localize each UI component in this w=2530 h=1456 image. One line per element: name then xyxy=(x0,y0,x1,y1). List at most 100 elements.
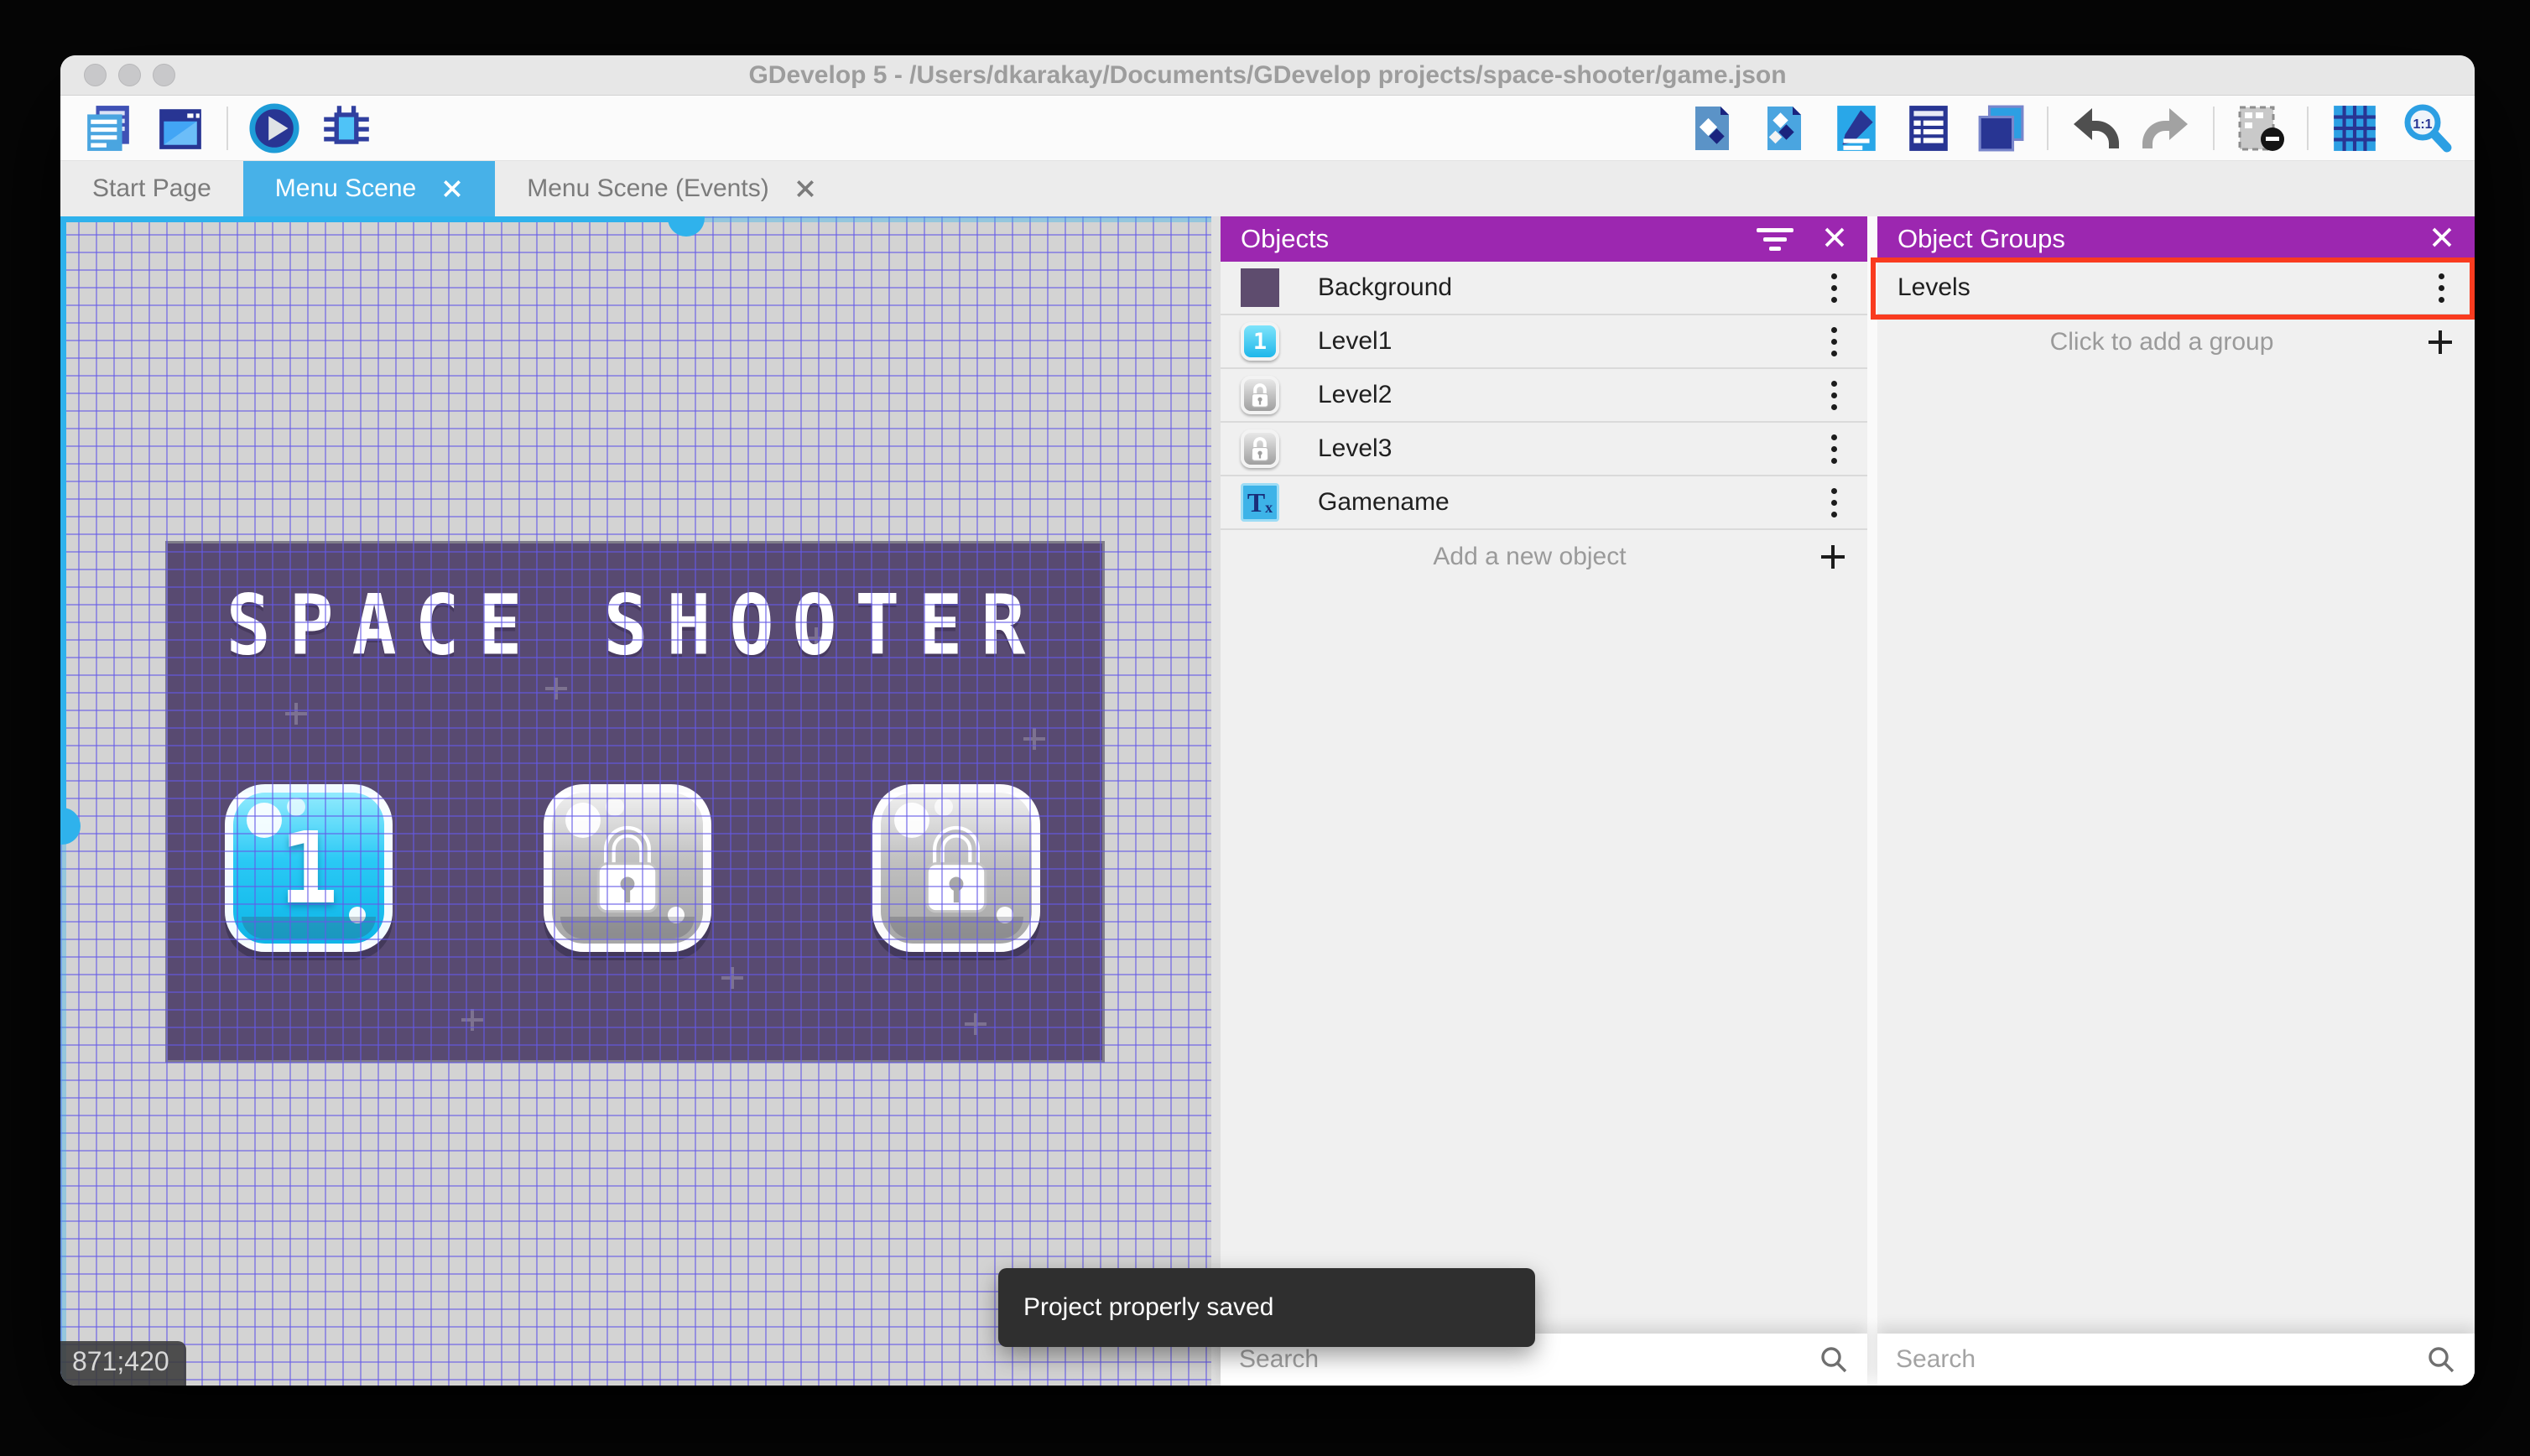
main-content: SPACE SHOOTER 1 871;420 Objects Backgrou… xyxy=(60,216,2475,1386)
kebab-menu-icon[interactable] xyxy=(1815,483,1852,523)
horizontal-scrollbar-thumb[interactable] xyxy=(668,216,705,237)
toolbar: 1:1 xyxy=(60,96,2475,161)
add-group-button[interactable]: Click to add a group xyxy=(1877,315,2475,369)
groups-search-input[interactable] xyxy=(1896,1345,2426,1374)
minimize-window-button[interactable] xyxy=(118,64,141,86)
maximize-window-button[interactable] xyxy=(153,64,175,86)
objects-list: Background 1 Level1 Level2 Level3 T x Ga… xyxy=(1221,262,1867,1334)
level1-thumbnail-icon: 1 xyxy=(1241,322,1279,361)
window-title: GDevelop 5 - /Users/dkarakay/Documents/G… xyxy=(748,60,1787,89)
instances-mask-icon[interactable] xyxy=(2235,102,2287,154)
objects-panel: Objects Background 1 Level1 Level2 Level… xyxy=(1221,216,1867,1386)
close-window-button[interactable] xyxy=(84,64,107,86)
groups-list: Levels Click to add a group xyxy=(1877,262,2475,1334)
objects-panel-icon[interactable] xyxy=(1686,102,1738,154)
object-groups-panel: Object Groups Levels Click to add a grou… xyxy=(1871,216,2475,1386)
horizontal-scrollbar-fill xyxy=(60,216,686,222)
sparkle xyxy=(721,967,743,989)
group-row-levels[interactable]: Levels xyxy=(1877,262,2475,315)
button-shading xyxy=(242,917,376,939)
scene-canvas[interactable]: SPACE SHOOTER 1 871;420 xyxy=(60,216,1211,1386)
object-name: Level2 xyxy=(1318,381,1393,408)
toolbar-right-group: 1:1 xyxy=(1686,102,2453,154)
background-thumbnail-icon xyxy=(1241,268,1279,307)
sparkle xyxy=(1023,728,1045,750)
scene-background-object[interactable]: SPACE SHOOTER 1 xyxy=(168,543,1102,1060)
level2-button-object[interactable] xyxy=(544,784,711,952)
redo-icon[interactable] xyxy=(2141,102,2193,154)
sparkle xyxy=(805,627,827,649)
object-row-level3[interactable]: Level3 xyxy=(1221,423,1867,476)
panel-divider xyxy=(1867,216,1877,1386)
play-icon[interactable] xyxy=(248,102,300,154)
object-row-background[interactable]: Background xyxy=(1221,262,1867,315)
tab-label: Menu Scene xyxy=(274,174,417,202)
toolbar-left-group xyxy=(82,102,372,154)
tab-start-page[interactable]: Start Page xyxy=(60,161,243,216)
toolbar-separator xyxy=(2307,106,2309,150)
close-icon[interactable] xyxy=(794,178,816,200)
vertical-scrollbar-thumb[interactable] xyxy=(60,808,81,845)
sparkle xyxy=(545,678,567,699)
debug-icon[interactable] xyxy=(320,102,372,154)
button-highlight xyxy=(287,798,305,816)
panel-title: Object Groups xyxy=(1898,224,2065,253)
object-name: Gamename xyxy=(1318,488,1450,516)
object-row-level1[interactable]: 1 Level1 xyxy=(1221,315,1867,369)
add-new-object-button[interactable]: Add a new object xyxy=(1221,530,1867,584)
kebab-menu-icon[interactable] xyxy=(2423,268,2460,308)
button-shading xyxy=(889,917,1023,939)
cursor-coordinates: 871;420 xyxy=(60,1341,186,1386)
lock-icon xyxy=(925,825,987,913)
panel-divider xyxy=(1211,216,1221,1386)
save-toast: Project properly saved xyxy=(998,1268,1535,1347)
tab-menu-scene-events[interactable]: Menu Scene (Events) xyxy=(495,161,847,216)
gdevelop-window: GDevelop 5 - /Users/dkarakay/Documents/G… xyxy=(60,55,2475,1386)
level1-button-object[interactable]: 1 xyxy=(225,784,393,952)
objects-panel-header: Objects xyxy=(1221,216,1867,262)
instances-list-icon[interactable] xyxy=(1903,102,1955,154)
kebab-menu-icon[interactable] xyxy=(1815,268,1852,308)
plus-icon xyxy=(1821,545,1845,569)
groups-search-bar xyxy=(1877,1334,2475,1386)
tab-label: Menu Scene (Events) xyxy=(527,174,769,202)
desktop-backdrop: GDevelop 5 - /Users/dkarakay/Documents/G… xyxy=(0,0,2530,1456)
toolbar-separator xyxy=(226,106,228,150)
toolbar-separator xyxy=(2047,106,2048,150)
level3-button-object[interactable] xyxy=(872,784,1040,952)
tabbar: Start Page Menu Scene Menu Scene (Events… xyxy=(60,161,2475,216)
project-manager-icon[interactable] xyxy=(82,102,134,154)
object-groups-panel-icon[interactable] xyxy=(1758,102,1810,154)
group-name: Levels xyxy=(1898,273,1970,301)
objects-search-input[interactable] xyxy=(1239,1345,1819,1374)
close-icon[interactable] xyxy=(1822,225,1847,254)
filter-icon[interactable] xyxy=(1757,227,1793,251)
object-name: Level1 xyxy=(1318,327,1393,355)
properties-panel-icon[interactable] xyxy=(1830,102,1882,154)
kebab-menu-icon[interactable] xyxy=(1815,376,1852,415)
button-shading xyxy=(560,917,695,939)
search-icon xyxy=(1821,1347,1847,1373)
grid-icon[interactable] xyxy=(2329,102,2381,154)
titlebar: GDevelop 5 - /Users/dkarakay/Documents/G… xyxy=(60,55,2475,96)
scene-editor-icon[interactable] xyxy=(154,102,206,154)
svg-text:1:1: 1:1 xyxy=(2413,117,2432,132)
sparkle xyxy=(461,1009,483,1031)
toolbar-separator xyxy=(2213,106,2215,150)
close-icon[interactable] xyxy=(2429,225,2455,254)
gamename-text-object[interactable]: SPACE SHOOTER xyxy=(168,577,1102,673)
button-highlight xyxy=(565,803,601,838)
search-icon xyxy=(2428,1347,2455,1373)
kebab-menu-icon[interactable] xyxy=(1815,429,1852,469)
layers-panel-icon[interactable] xyxy=(1975,102,2027,154)
undo-icon[interactable] xyxy=(2069,102,2121,154)
zoom-original-icon[interactable]: 1:1 xyxy=(2401,102,2453,154)
object-row-level2[interactable]: Level2 xyxy=(1221,369,1867,423)
tab-menu-scene[interactable]: Menu Scene xyxy=(242,161,496,216)
object-name: Background xyxy=(1318,273,1453,301)
button-highlight xyxy=(247,803,282,838)
close-icon[interactable] xyxy=(441,178,463,200)
object-row-gamename[interactable]: Tx Gamename xyxy=(1221,476,1867,530)
object-name: Level3 xyxy=(1318,434,1393,462)
kebab-menu-icon[interactable] xyxy=(1815,322,1852,361)
